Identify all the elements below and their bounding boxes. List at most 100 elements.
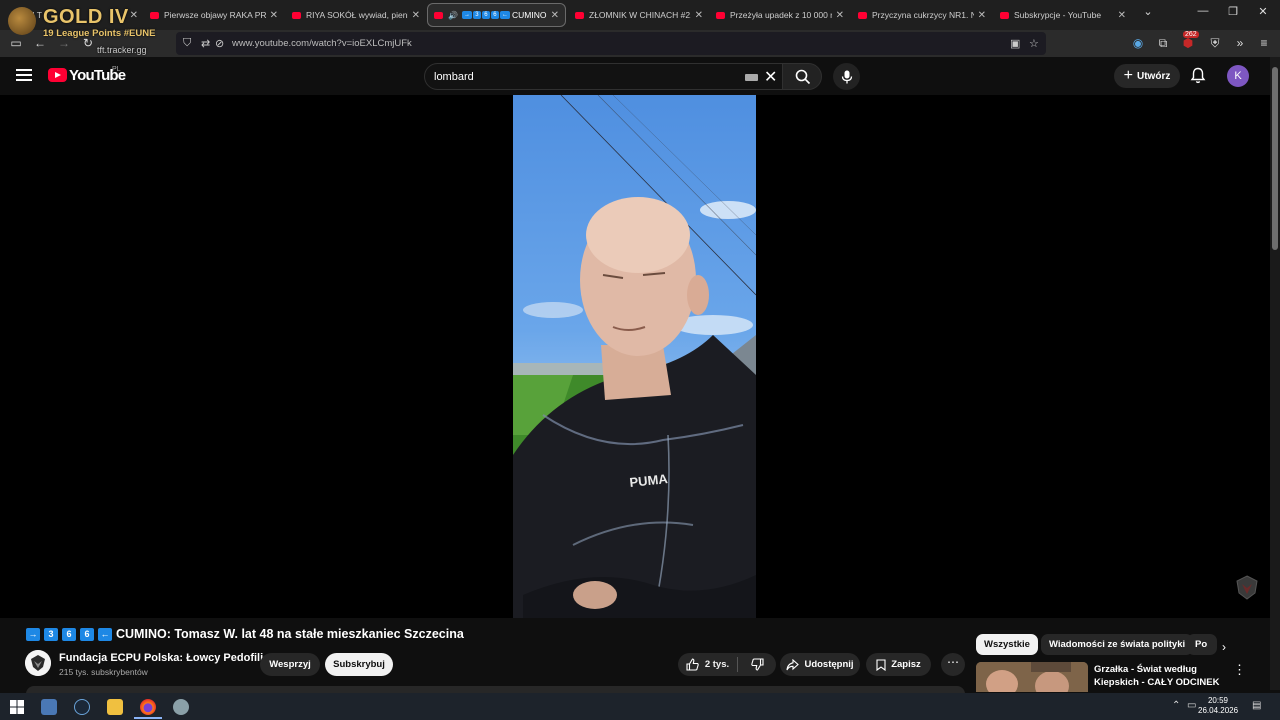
related-video-menu-icon[interactable]: ⋮ — [1233, 662, 1246, 678]
notifications-center-icon[interactable]: ▤ — [1252, 700, 1261, 711]
url-text[interactable]: www.youtube.com/watch?v=ioEXLCmjUFk — [232, 38, 412, 49]
create-label: Utwórz — [1137, 70, 1171, 82]
subscribe-button[interactable]: Subskrybuj — [325, 653, 393, 676]
browser-navigation-bar: ▭ ← → ↻ ⛉ ⇄ ⊘ www.youtube.com/watch?v=io… — [0, 30, 1280, 57]
subscriber-count: 215 tys. subskrybentów — [59, 667, 148, 677]
search-button[interactable] — [782, 63, 822, 90]
browser-tab[interactable]: Pierwsze objawy RAKA PROSTATY ✕ — [144, 3, 284, 27]
file-explorer-icon[interactable] — [107, 699, 123, 715]
vpn-extension-icon[interactable]: ◉ — [1130, 36, 1146, 50]
chip-all[interactable]: Wszystkie — [976, 634, 1038, 655]
windows-start-icon[interactable] — [9, 699, 25, 715]
chips-next-chevron-icon[interactable]: › — [1222, 640, 1226, 654]
close-tab-icon[interactable]: ✕ — [978, 10, 986, 21]
audio-playing-icon[interactable]: 🔊 — [448, 11, 458, 20]
channel-watermark-icon[interactable] — [1233, 573, 1261, 601]
menu-icon[interactable]: ≡ — [1256, 36, 1272, 50]
youtube-favicon-icon — [150, 11, 159, 19]
youtube-favicon-icon — [1000, 11, 1009, 19]
adblock-extension-icon[interactable]: ⬢ — [1180, 36, 1196, 50]
firefox-icon[interactable] — [140, 699, 156, 715]
video-player[interactable]: PUMA — [0, 95, 1270, 618]
search-icon — [795, 69, 811, 85]
video-still-image: PUMA — [513, 95, 756, 618]
search-input[interactable]: lombard ✕ — [424, 63, 784, 90]
close-tab-icon[interactable]: ✕ — [130, 10, 138, 21]
reload-icon[interactable]: ↻ — [80, 36, 96, 50]
account-avatar[interactable]: K — [1227, 65, 1249, 87]
region-code: PL — [112, 66, 121, 73]
network-icon[interactable]: ▭ — [1187, 700, 1196, 711]
browser-tab[interactable]: Przeżyła upadek z 10 000 metrów ✕ — [710, 3, 850, 27]
chip-partial[interactable]: Po — [1187, 634, 1217, 655]
shield-extension-icon[interactable]: ⛨ — [1207, 36, 1223, 50]
browser-tab[interactable]: ZŁOMNIK W CHINACH #2. LU ✕ — [569, 3, 709, 27]
back-arrow-icon[interactable]: ← — [32, 36, 48, 50]
permissions-icon[interactable]: ⇄ — [201, 37, 210, 50]
tab-list-chevron-icon[interactable]: ⌄ — [1133, 5, 1163, 18]
address-bar[interactable]: ⛉ ⇄ ⊘ www.youtube.com/watch?v=ioEXLCmjUF… — [176, 32, 1046, 55]
channel-avatar[interactable] — [25, 650, 51, 676]
title-key-2: 3 — [44, 627, 58, 641]
overflow-chevron-icon[interactable]: » — [1232, 36, 1248, 50]
clock-time: 20:59 — [1207, 696, 1229, 705]
page-scrollbar[interactable] — [1270, 57, 1280, 690]
scrollbar-thumb[interactable] — [1272, 67, 1278, 250]
youtube-favicon-icon — [434, 11, 443, 19]
shield-icon[interactable]: ⛉ — [183, 37, 191, 50]
browser-tab[interactable]: Przyczyna cukrzycy NR1. Nie ✕ — [852, 3, 992, 27]
plus-icon: + — [1123, 67, 1133, 84]
bookmark-star-icon[interactable]: ☆ — [1029, 37, 1039, 50]
forward-arrow-icon[interactable]: → — [56, 36, 72, 50]
notifications-bell-icon[interactable] — [1190, 67, 1206, 89]
sidebar-toggle-icon[interactable]: ▭ — [8, 36, 24, 50]
clear-search-icon[interactable]: ✕ — [764, 67, 777, 87]
like-button[interactable]: 2 tys. — [678, 653, 737, 676]
more-actions-icon[interactable]: ⋯ — [941, 653, 965, 676]
steam-icon[interactable] — [74, 699, 90, 715]
related-video-thumbnail[interactable] — [976, 662, 1088, 692]
voice-search-button[interactable] — [833, 63, 860, 90]
browser-tab[interactable]: RIYA SOKÓŁ wywiad, pieniądze ✕ — [286, 3, 426, 27]
app-icon[interactable] — [173, 699, 189, 715]
close-tab-icon[interactable]: ✕ — [836, 10, 844, 21]
title-key-1: → — [26, 627, 40, 641]
extension-badge: 262 — [1183, 31, 1199, 38]
close-window-icon[interactable]: ✕ — [1248, 5, 1278, 18]
tray-overflow-chevron-icon[interactable]: ⌃ — [1172, 700, 1180, 711]
like-count: 2 tys. — [704, 659, 730, 670]
channel-name[interactable]: Fundacja ECPU Polska: Łowcy Pedofili — [59, 652, 263, 664]
video-title: → 3 6 6 ← CUMINO: Tomasz W. lat 48 na st… — [26, 627, 464, 641]
close-tab-icon[interactable]: ✕ — [695, 10, 703, 21]
close-tab-icon[interactable]: ✕ — [1118, 10, 1126, 21]
browser-tab[interactable]: Subskrypcje - YouTube ✕ — [994, 3, 1132, 27]
pc-app-icon[interactable] — [41, 699, 57, 715]
close-tab-icon[interactable]: ✕ — [551, 10, 559, 21]
restore-window-icon[interactable]: ❐ — [1218, 5, 1248, 18]
close-tab-icon[interactable]: ✕ — [270, 10, 278, 21]
microphone-icon — [841, 70, 852, 83]
youtube-favicon-icon — [575, 11, 584, 19]
share-button[interactable]: Udostępnij — [780, 653, 860, 676]
guide-menu-icon[interactable] — [16, 69, 32, 84]
keyboard-icon[interactable] — [745, 74, 758, 81]
blocked-media-icon[interactable]: ⊘ — [215, 37, 224, 50]
browser-tab-active[interactable]: 🔊 → 3 6 6 ← CUMINO ✕ — [427, 3, 566, 27]
minimize-window-icon[interactable]: — — [1188, 5, 1218, 17]
browser-tab-strip: Global T ✕ Pierwsze objawy RAKA PROSTATY… — [0, 0, 1280, 30]
create-button[interactable]: + Utwórz — [1114, 64, 1180, 88]
chip-politics-news[interactable]: Wiadomości ze świata polityki — [1041, 634, 1194, 655]
video-frame[interactable]: PUMA — [513, 95, 756, 618]
extensions-puzzle-icon[interactable]: ⧉ — [1155, 36, 1171, 50]
dislike-button[interactable] — [738, 653, 776, 676]
save-button[interactable]: Zapisz — [866, 653, 931, 676]
taskbar-clock[interactable]: 20:59 26.04.2026 — [1198, 696, 1238, 716]
reader-view-icon[interactable]: ▣ — [1010, 37, 1020, 50]
youtube-logo-icon[interactable] — [48, 68, 67, 82]
browser-tab[interactable]: Global T ✕ — [4, 3, 144, 27]
close-tab-icon[interactable]: ✕ — [412, 10, 420, 21]
active-app-indicator — [134, 717, 162, 719]
youtube-favicon-icon — [716, 11, 725, 19]
support-button[interactable]: Wesprzyj — [260, 653, 320, 676]
search-query[interactable]: lombard — [434, 71, 474, 83]
